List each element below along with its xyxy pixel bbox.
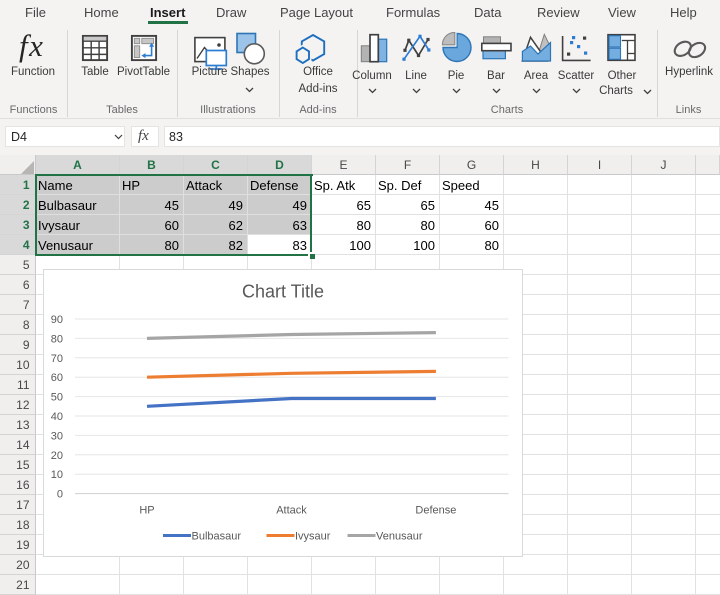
svg-text:20: 20: [51, 450, 63, 462]
svg-text:80: 80: [51, 333, 63, 345]
svg-text:Bulbasaur: Bulbasaur: [192, 531, 242, 543]
svg-text:Venusaur: Venusaur: [376, 531, 423, 543]
svg-text:70: 70: [51, 353, 63, 365]
svg-text:30: 30: [51, 430, 63, 442]
svg-text:HP: HP: [139, 505, 154, 517]
svg-text:Attack: Attack: [276, 505, 307, 517]
svg-text:Chart Title: Chart Title: [242, 282, 324, 302]
svg-text:60: 60: [51, 372, 63, 384]
svg-text:50: 50: [51, 392, 63, 404]
svg-text:90: 90: [51, 314, 63, 326]
svg-text:0: 0: [57, 489, 63, 501]
svg-text:Ivysaur: Ivysaur: [295, 531, 331, 543]
svg-text:40: 40: [51, 411, 63, 423]
svg-text:Defense: Defense: [415, 505, 456, 517]
svg-text:10: 10: [51, 469, 63, 481]
